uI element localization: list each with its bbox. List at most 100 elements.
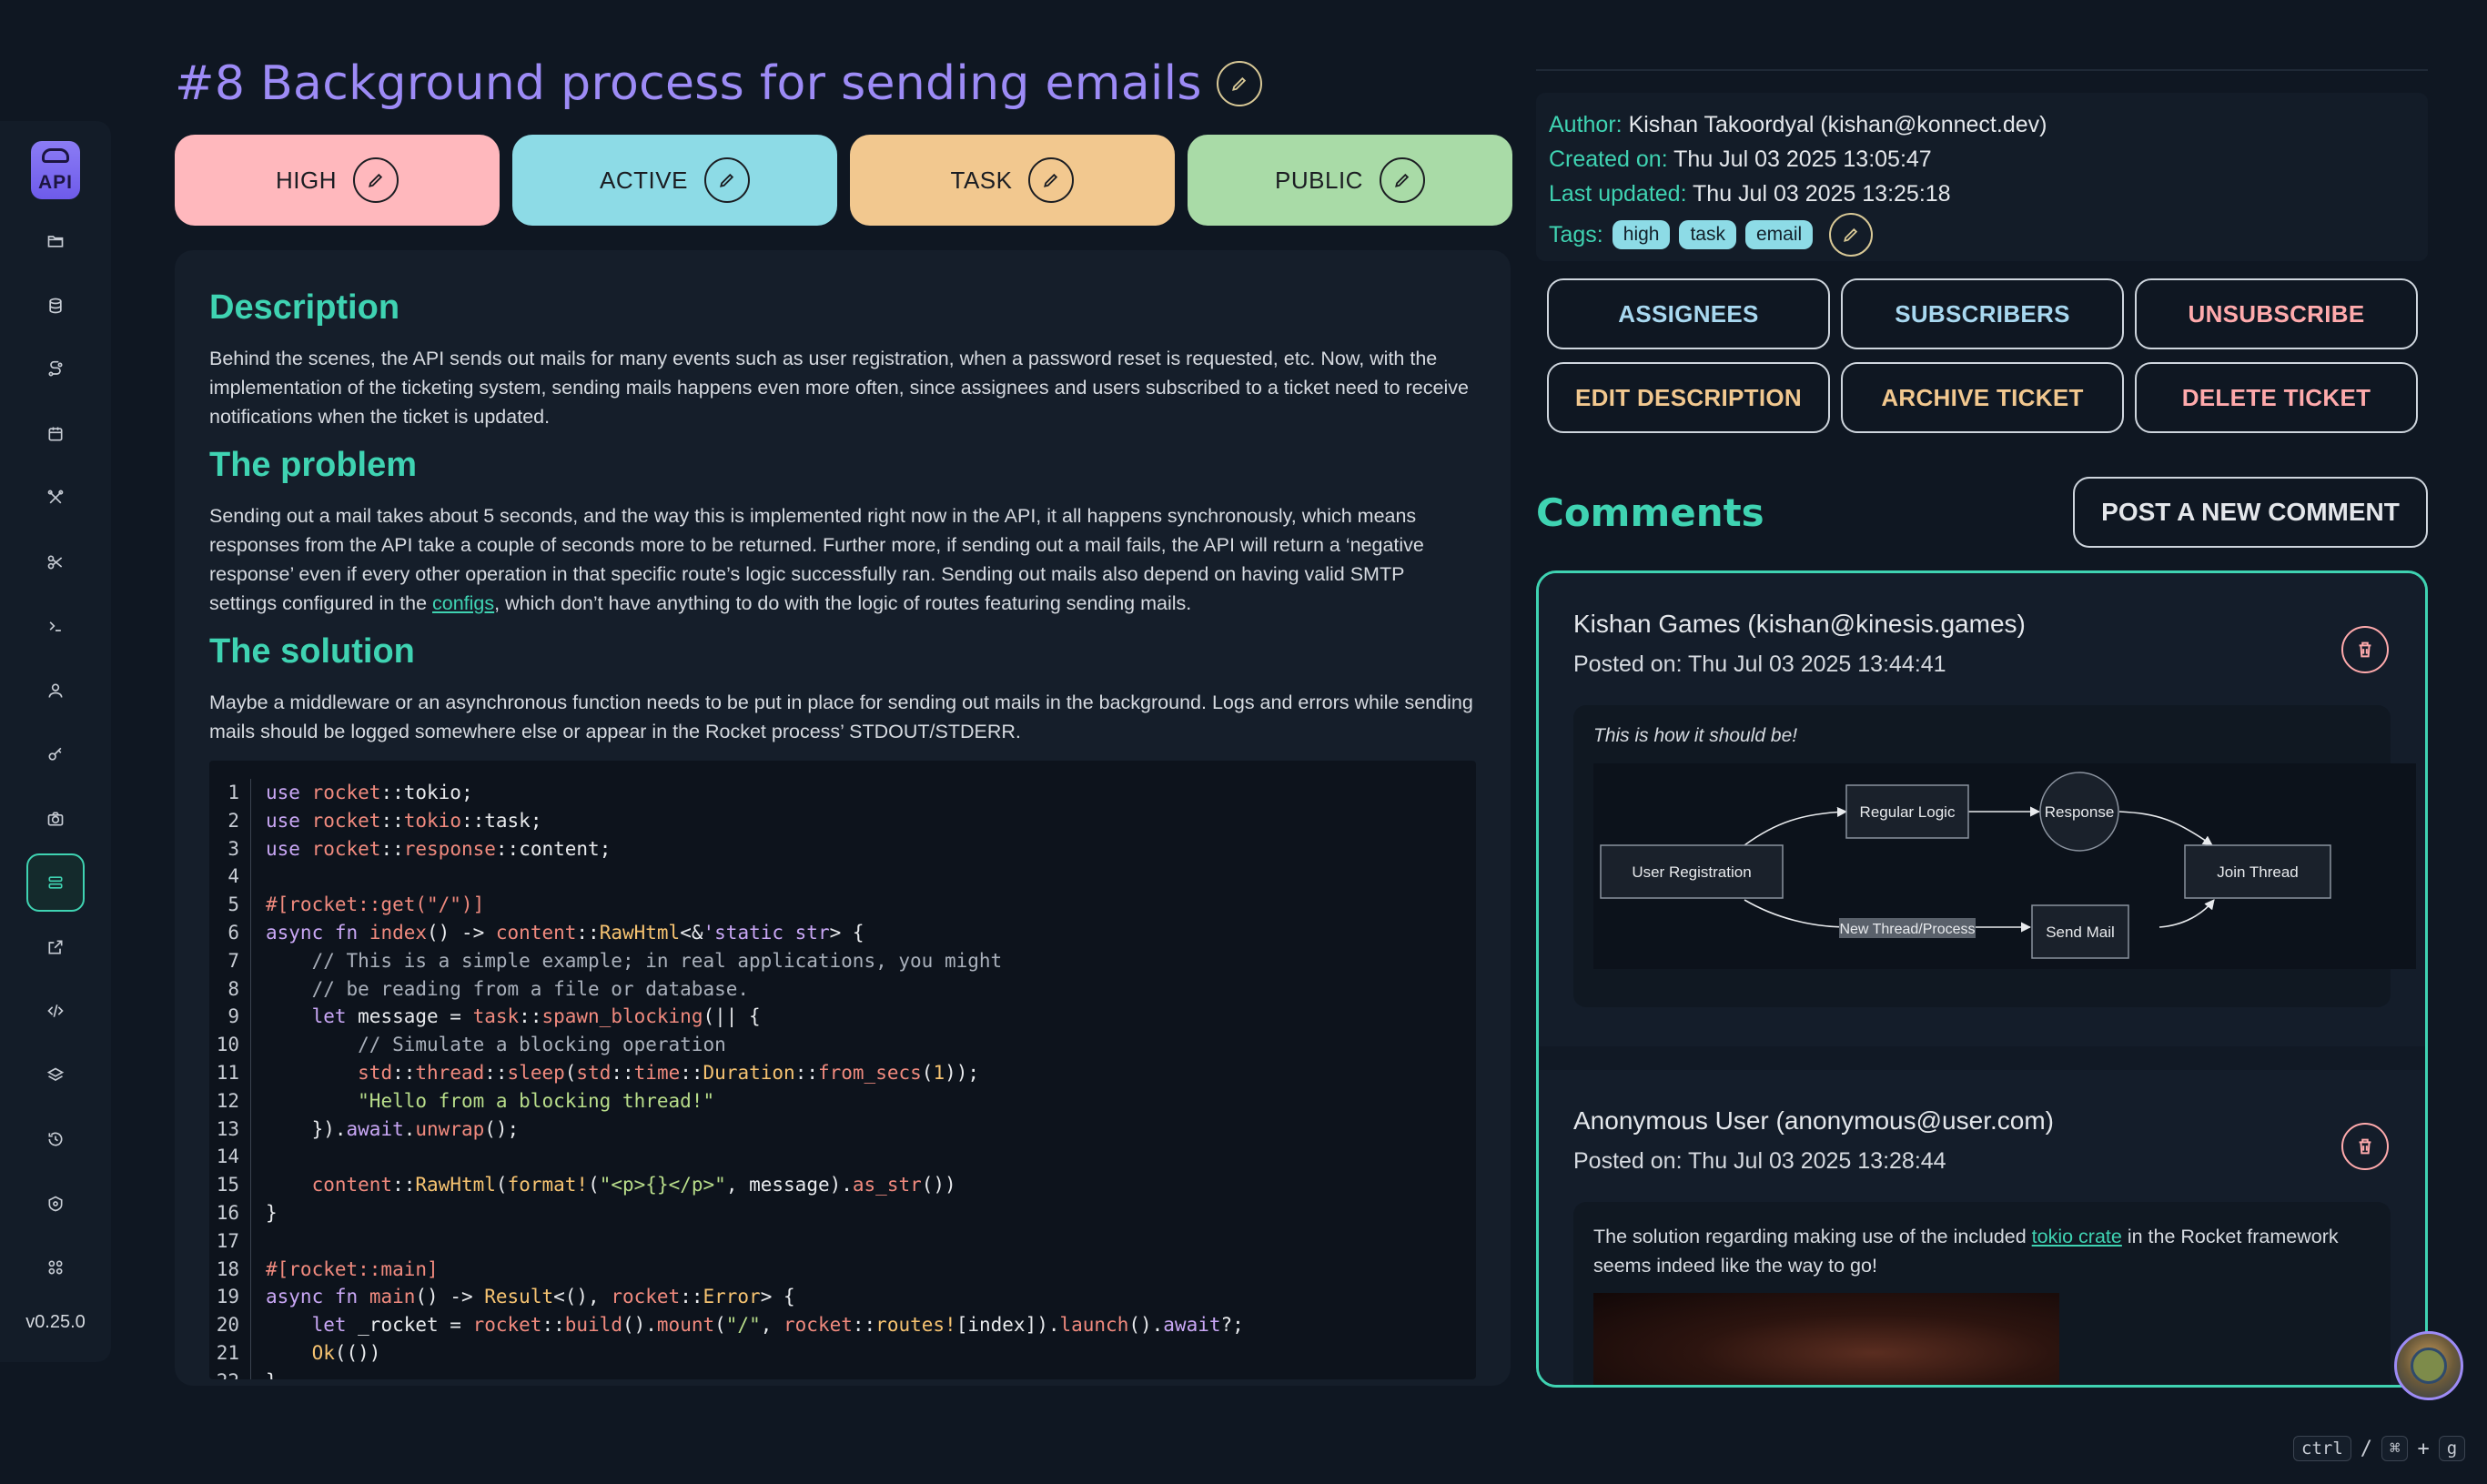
archive-ticket-button[interactable]: ARCHIVE TICKET (1841, 362, 2124, 433)
external-link-icon[interactable] (26, 918, 85, 976)
code-line: 11 std::thread::sleep(std::time::Duratio… (209, 1058, 1476, 1087)
g-key: g (2438, 1436, 2466, 1461)
tag-badge: high (1612, 220, 1671, 249)
comment-date: Posted on: Thu Jul 03 2025 13:44:41 (1573, 651, 1946, 677)
code-line: 8 // be reading from a file or database. (209, 974, 1476, 1004)
code-line: 4 (209, 863, 1476, 892)
sidebar: API v0.25.0 (0, 121, 111, 1362)
post-comment-button[interactable]: POST A NEW COMMENT (2073, 477, 2428, 548)
api-logo[interactable]: API (31, 141, 80, 199)
code-line: 18 #[rocket::main] (209, 1255, 1476, 1284)
node-join-thread: Join Thread (2184, 844, 2331, 899)
node-user-registration: User Registration (1600, 844, 1784, 899)
code-line: 13 }).await.unwrap(); (209, 1115, 1476, 1144)
settings-shield-icon[interactable] (26, 1175, 85, 1233)
page-title: #8 Background process for sending emails (175, 56, 1202, 111)
avatar-image (2411, 1348, 2447, 1384)
cloud-gear-icon (42, 148, 69, 163)
comment-author: Kishan Games (kishan@kinesis.games) (1573, 610, 2026, 638)
code-line: 9 let message = task::spawn_blocking(|| … (209, 1003, 1476, 1032)
code-icon[interactable] (26, 982, 85, 1040)
edit-priority-button[interactable] (353, 157, 399, 203)
updated-value: Thu Jul 03 2025 13:25:18 (1693, 181, 1951, 207)
calendar-icon[interactable] (26, 405, 85, 463)
delete-comment-button[interactable] (2341, 1123, 2389, 1170)
tools-icon[interactable] (26, 469, 85, 527)
ticket-icon[interactable] (26, 853, 85, 912)
updated-line: Last updated: Thu Jul 03 2025 13:25:18 (1549, 181, 1951, 207)
subscribers-button[interactable]: SUBSCRIBERS (1841, 278, 2124, 349)
camera-icon[interactable] (26, 790, 85, 848)
created-line: Created on: Thu Jul 03 2025 13:05:47 (1549, 146, 1932, 172)
priority-pill: HIGH (175, 135, 500, 226)
problem-paragraph: Sending out a mail takes about 5 seconds… (209, 501, 1476, 618)
type-pill: TASK (850, 135, 1175, 226)
scissors-icon[interactable] (26, 533, 85, 591)
description-paragraph: Behind the scenes, the API sends out mai… (209, 348, 1469, 428)
svg-text:Join Thread: Join Thread (2217, 863, 2298, 881)
pencil-icon (1844, 227, 1858, 242)
edge-label-new-thread: New Thread/Process (1839, 918, 1976, 938)
tag-badge: email (1744, 220, 1814, 249)
comment-item: Anonymous User (anonymous@user.com) Post… (1539, 1070, 2425, 1385)
delete-comment-button[interactable] (2341, 626, 2389, 673)
comment-item: Kishan Games (kishan@kinesis.games) Post… (1539, 573, 2425, 1046)
database-icon[interactable] (26, 277, 85, 335)
plus-separator: + (2417, 1437, 2430, 1460)
pencil-icon (1395, 173, 1410, 187)
configs-link[interactable]: configs (432, 592, 494, 614)
svg-text:Regular Logic: Regular Logic (1860, 803, 1956, 821)
cmd-key: ⌘ (2381, 1436, 2409, 1461)
node-send-mail: Send Mail (2031, 904, 2129, 959)
code-line: 10 // Simulate a blocking operation (209, 1031, 1476, 1059)
ticket-actions: ASSIGNEES SUBSCRIBERS UNSUBSCRIBE EDIT D… (1547, 278, 2418, 433)
folder-icon[interactable] (26, 212, 85, 270)
keyboard-shortcut-hint: ctrl / ⌘ + g (2293, 1436, 2466, 1461)
logo-text: API (37, 172, 73, 193)
terminal-icon[interactable] (26, 597, 85, 655)
unsubscribe-button[interactable]: UNSUBSCRIBE (2135, 278, 2418, 349)
code-block: 1 use rocket::tokio; 2 use rocket::tokio::… (209, 761, 1476, 1379)
apps-icon[interactable] (26, 1238, 85, 1297)
visibility-pill: PUBLIC (1188, 135, 1512, 226)
comment-author: Anonymous User (anonymous@user.com) (1573, 1106, 2054, 1135)
edit-status-button[interactable] (703, 157, 750, 203)
edit-type-button[interactable] (1028, 157, 1075, 203)
comment-image (1593, 1293, 2059, 1385)
ctrl-key: ctrl (2293, 1436, 2351, 1461)
comment-date: Posted on: Thu Jul 03 2025 13:28:44 (1573, 1148, 1946, 1174)
trash-icon (2359, 1138, 2371, 1155)
solution-heading: The solution (209, 632, 415, 671)
history-icon[interactable] (26, 1110, 85, 1168)
user-icon[interactable] (26, 661, 85, 720)
code-line: 15 content::RawHtml(format!("<p>{}</p>",… (209, 1171, 1476, 1199)
solution-paragraph: Maybe a middleware or an asynchronous fu… (209, 692, 1473, 742)
user-avatar[interactable] (2394, 1331, 2463, 1400)
layers-icon[interactable] (26, 1046, 85, 1105)
pencil-icon (1231, 76, 1246, 91)
edit-visibility-button[interactable] (1379, 157, 1425, 203)
app-version: v0.25.0 (25, 1311, 86, 1332)
trash-icon (2359, 641, 2371, 658)
tokio-crate-link[interactable]: tokio crate (2032, 1226, 2122, 1247)
svg-text:New Thread/Process: New Thread/Process (1839, 922, 1975, 937)
priority-label: HIGH (276, 166, 337, 194)
comments-list[interactable]: Kishan Games (kishan@kinesis.games) Post… (1536, 570, 2428, 1388)
slash-separator: / (2360, 1437, 2373, 1460)
code-line: 16} (209, 1198, 1476, 1227)
delete-ticket-button[interactable]: DELETE TICKET (2135, 362, 2418, 433)
edit-title-button[interactable] (1216, 61, 1262, 106)
code-line: 21 Ok(()) (209, 1338, 1476, 1368)
edit-tags-button[interactable] (1829, 213, 1874, 257)
divider (1536, 69, 2428, 71)
type-label: TASK (950, 166, 1013, 194)
pencil-icon (720, 173, 734, 187)
tag-badge: task (1679, 220, 1736, 249)
key-icon[interactable] (26, 725, 85, 783)
code-line: 17 (209, 1227, 1476, 1256)
pencil-icon (369, 173, 383, 187)
edit-description-button[interactable]: EDIT DESCRIPTION (1547, 362, 1830, 433)
route-icon[interactable] (26, 340, 85, 399)
assignees-button[interactable]: ASSIGNEES (1547, 278, 1830, 349)
comments-header: Comments POST A NEW COMMENT (1536, 477, 2428, 548)
